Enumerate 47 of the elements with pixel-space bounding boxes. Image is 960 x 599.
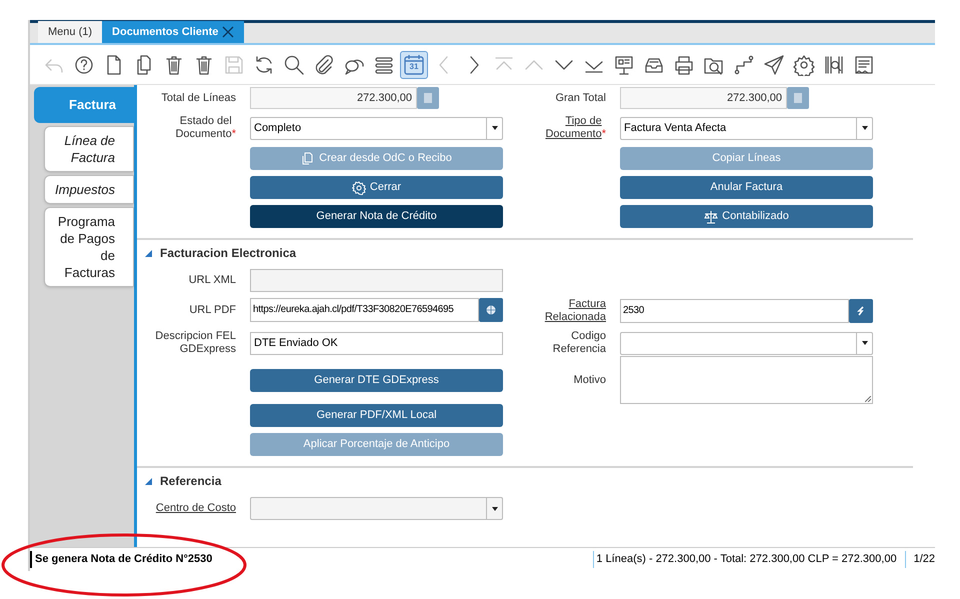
input-field[interactable]: DTE Enviado OK: [250, 332, 503, 354]
gear-icon: [352, 180, 366, 194]
globe-icon: [486, 305, 496, 315]
sidebar-tab[interactable]: Impuestos: [44, 174, 134, 204]
dropdown-field[interactable]: Completo: [250, 116, 503, 140]
field-label: Motivo: [574, 374, 606, 386]
window-tab[interactable]: Documentos Cliente: [102, 21, 244, 43]
collapse-icon[interactable]: [145, 478, 152, 484]
sidebar-tab[interactable]: Factura: [34, 87, 134, 122]
field-label: Gran Total: [555, 92, 606, 104]
required-mark: *: [232, 128, 236, 141]
section-title: Facturacion Electronica: [160, 245, 296, 262]
action-button[interactable]: Generar Nota de Crédito: [250, 205, 503, 228]
url-field[interactable]: https://eureka.ajah.cl/pdf/T33F30820E76594695: [250, 298, 479, 322]
action-button[interactable]: Generar DTE GDExpress: [250, 368, 503, 392]
sidebar-tab[interactable]: Programa de Pagos de Facturas: [44, 206, 134, 286]
status-message: Se genera Nota de Crédito N°2530: [30, 551, 212, 568]
window-tab[interactable]: Menu (1): [38, 21, 102, 43]
field-label: Estado del Documento: [174, 115, 232, 141]
input-field[interactable]: 2530: [620, 299, 849, 323]
section-title: Referencia: [160, 473, 222, 490]
collapse-icon[interactable]: [145, 250, 152, 256]
close-icon[interactable]: [222, 26, 234, 38]
action-button[interactable]: Contabilizado: [620, 205, 873, 228]
sidebar-tab[interactable]: Línea de Factura: [44, 126, 134, 172]
resize-handle-icon[interactable]: [865, 396, 871, 402]
field-label: Total de Líneas: [161, 92, 236, 104]
amount-field: 272.300,00: [250, 87, 417, 109]
dropdown-field[interactable]: [620, 332, 873, 354]
zoom-button[interactable]: [849, 299, 873, 323]
action-button[interactable]: Generar PDF/XML Local: [250, 404, 503, 427]
action-button[interactable]: Anular Factura: [620, 176, 873, 199]
action-button[interactable]: Cerrar: [250, 176, 503, 199]
field-label: URL PDF: [189, 304, 236, 316]
amount-field: 272.300,00: [620, 87, 787, 109]
status-page-count: 1/22: [904, 551, 935, 568]
dropdown-field[interactable]: Factura Venta Afecta: [620, 116, 873, 140]
required-mark: *: [602, 128, 606, 141]
scale-icon: [704, 210, 718, 224]
field-label: URL XML: [188, 274, 236, 287]
field-label[interactable]: Tipo de Documento: [518, 115, 602, 141]
status-summary: 1 Línea(s) - 272.300,00 - Total: 272.300,00 CLP = 272.300,00: [593, 551, 905, 568]
field-label: Descripcion FEL GDExpress: [154, 330, 236, 356]
field-label[interactable]: Factura Relacionada: [522, 298, 606, 324]
open-link-button[interactable]: [479, 298, 503, 322]
field-label: Codigo Referencia: [552, 330, 606, 356]
document-icon: [301, 152, 316, 166]
